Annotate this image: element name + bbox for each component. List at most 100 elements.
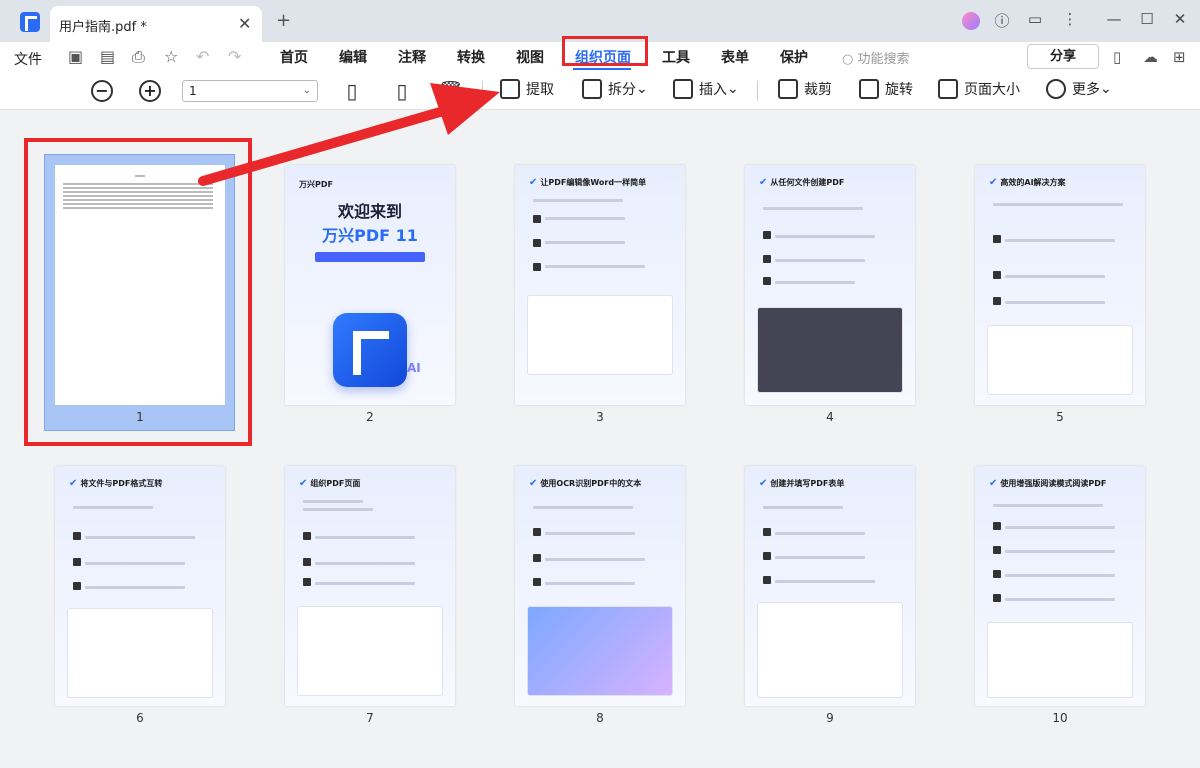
redo-icon[interactable]: ↷ [228, 47, 241, 66]
new-tab-icon[interactable]: + [276, 10, 291, 31]
page-title: ✔ 组织PDF页面 [299, 478, 360, 489]
page-title-text: 创建并填写PDF表单 [770, 479, 845, 488]
crop-icon [778, 79, 798, 99]
split-chevron-icon: ⌄ [636, 81, 648, 97]
delete-page-icon[interactable]: 🗑 [438, 79, 463, 103]
feature-icon [533, 239, 541, 247]
share-button[interactable]: 分享 [1027, 44, 1099, 69]
avatar[interactable] [962, 12, 980, 30]
rotate-icon [859, 79, 879, 99]
page-title-text: 让PDF编辑像Word一样简单 [540, 178, 647, 187]
expand-icon[interactable]: ⊞ [1173, 48, 1186, 66]
menu-protect[interactable]: 保护 [780, 47, 808, 67]
search-icon: ○ [842, 52, 858, 67]
feedback-icon[interactable]: ▭ [1023, 10, 1047, 28]
cloud-upload-icon[interactable]: ☁ [1143, 48, 1158, 66]
save-as-icon[interactable]: ▤ [100, 47, 115, 66]
text-line [993, 203, 1123, 206]
page-thumbnail-grid: 1 万兴PDF 欢迎来到 万兴PDF 11 AI 2 ✔ 让PDF编辑像Word一… [0, 111, 1200, 768]
minimize-icon[interactable]: — [1102, 10, 1126, 28]
more-options-icon[interactable]: ⋮ [1058, 10, 1082, 28]
help-icon[interactable]: ⓘ [990, 10, 1014, 31]
page-select-value: 1 [189, 84, 197, 98]
text-line [1005, 239, 1115, 242]
page-title: ✔ 让PDF编辑像Word一样简单 [529, 177, 646, 188]
menu-home[interactable]: 首页 [280, 47, 308, 67]
page-thumbnail-5[interactable]: ✔ 高效的AI解决方案 [975, 165, 1145, 405]
split-button[interactable]: 拆分⌄ [582, 79, 648, 103]
rotate-right-page-icon[interactable]: ▯ [390, 79, 414, 103]
page-thumbnail-10[interactable]: ✔ 使用增强版阅读模式阅读PDF [975, 466, 1145, 706]
text-line [993, 504, 1103, 507]
more-label: 更多 [1072, 82, 1100, 98]
page-thumbnail-6[interactable]: ✔ 将文件与PDF格式互转 [55, 466, 225, 706]
feature-search[interactable]: ○ 功能搜索 [842, 48, 910, 67]
feature-icon [763, 576, 771, 584]
rotate-button[interactable]: 旋转 [859, 79, 913, 103]
document-tab[interactable]: 用户指南.pdf * ✕ [50, 6, 262, 42]
page-thumbnail-2[interactable]: 万兴PDF 欢迎来到 万兴PDF 11 AI [285, 165, 455, 405]
page-thumbnail-9[interactable]: ✔ 创建并填写PDF表单 [745, 466, 915, 706]
menu-file[interactable]: 文件 [14, 49, 42, 69]
insert-button[interactable]: 插入⌄ [673, 79, 739, 103]
feature-icon [533, 263, 541, 271]
cover-heading: 欢迎来到 [337, 202, 402, 221]
menu-comment[interactable]: 注释 [398, 47, 426, 67]
screenshot-preview [527, 606, 673, 696]
screenshot-preview [67, 608, 213, 698]
page-title-text: 使用增强版阅读模式阅读PDF [1000, 479, 1107, 488]
menu-convert[interactable]: 转换 [457, 47, 485, 67]
page-thumbnail-4[interactable]: ✔ 从任何文件创建PDF [745, 165, 915, 405]
page-thumbnail-7[interactable]: ✔ 组织PDF页面 [285, 466, 455, 706]
page-title-text: 将文件与PDF格式互转 [80, 479, 163, 488]
undo-icon[interactable]: ↶ [196, 47, 209, 66]
page-title-text: 组织PDF页面 [310, 479, 361, 488]
text-line [73, 506, 153, 509]
check-icon: ✔ [989, 478, 998, 489]
text-line [85, 562, 185, 565]
page-number: 8 [596, 711, 604, 725]
menu-edit[interactable]: 编辑 [339, 47, 367, 67]
feature-icon [993, 594, 1001, 602]
organize-toolbar: − + 1 ⌄ ▯ ▯ 🗑 提取 拆分⌄ 插入⌄ 裁剪 旋转 页面大小 更多⌄ [0, 72, 1200, 110]
page-highlight-box [24, 138, 252, 446]
page-thumbnail-3[interactable]: ✔ 让PDF编辑像Word一样简单 [515, 165, 685, 405]
text-line [545, 241, 625, 244]
feature-icon [533, 215, 541, 223]
menu-tools[interactable]: 工具 [662, 47, 690, 67]
print-icon[interactable]: ⎙ [132, 47, 145, 67]
zoom-in-icon[interactable]: + [139, 80, 161, 102]
text-line [315, 536, 415, 539]
zoom-out-icon[interactable]: − [91, 80, 113, 102]
menu-form[interactable]: 表单 [721, 47, 749, 67]
page-select[interactable]: 1 ⌄ [182, 80, 318, 102]
menu-view[interactable]: 视图 [516, 47, 544, 67]
read-mode-icon[interactable]: ▯ [1113, 48, 1121, 66]
check-icon: ✔ [299, 478, 308, 489]
close-window-icon[interactable]: ✕ [1168, 10, 1192, 28]
more-button[interactable]: 更多⌄ [1046, 79, 1112, 103]
page-size-label: 页面大小 [964, 82, 1020, 98]
text-line [303, 508, 373, 511]
close-tab-icon[interactable]: ✕ [238, 14, 251, 33]
page-size-button[interactable]: 页面大小 [938, 79, 1020, 103]
screenshot-preview [987, 622, 1133, 698]
page-number: 6 [136, 711, 144, 725]
page-title: ✔ 使用OCR识别PDF中的文本 [529, 478, 641, 489]
favorite-icon[interactable]: ☆ [164, 47, 178, 66]
page-title-text: 从任何文件创建PDF [770, 178, 845, 187]
crop-button[interactable]: 裁剪 [778, 79, 832, 103]
extract-button[interactable]: 提取 [500, 79, 554, 103]
text-line [775, 259, 865, 262]
maximize-icon[interactable]: ☐ [1135, 10, 1159, 28]
save-icon[interactable]: ▣ [68, 47, 83, 66]
feature-icon [533, 578, 541, 586]
text-line [1005, 526, 1115, 529]
feature-icon [993, 271, 1001, 279]
feature-icon [763, 255, 771, 263]
text-line [763, 207, 863, 210]
text-line [1005, 574, 1115, 577]
rotate-left-page-icon[interactable]: ▯ [340, 79, 364, 103]
page-thumbnail-8[interactable]: ✔ 使用OCR识别PDF中的文本 [515, 466, 685, 706]
text-line [775, 235, 875, 238]
